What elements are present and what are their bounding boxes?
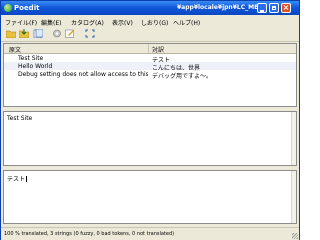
maximize-icon (272, 6, 276, 10)
column-divider[interactable] (148, 44, 149, 53)
file-path: ¥app¥locale¥jpn¥LC_ME... (177, 4, 266, 11)
toolbar (1, 26, 299, 42)
catalog-icon[interactable] (33, 29, 43, 38)
update-icon[interactable] (52, 29, 62, 38)
source-cell: Hello World (18, 63, 53, 70)
text-caret (25, 176, 27, 182)
edit-comment-icon[interactable] (65, 29, 75, 38)
menu-bar: ファイル(F) 編集(E) カタログ(A) 表示(V) しおり(G) ヘルプ(H… (1, 16, 299, 27)
list-header: 原文 対訳 (4, 44, 296, 54)
source-scrollbar[interactable] (291, 112, 296, 165)
source-text: Test Site (7, 115, 33, 122)
open-folder-icon[interactable] (6, 29, 16, 38)
translation-scrollbar[interactable] (291, 171, 296, 223)
source-text-pane[interactable]: Test Site (3, 111, 297, 166)
translation-list[interactable]: 原文 対訳 Test Site テスト Hello World こんにちは、世界… (3, 43, 297, 107)
translation-text: テスト (7, 176, 26, 183)
column-header-source[interactable]: 原文 (9, 45, 21, 54)
translation-cell: デバッグ用ですよ～。 (152, 73, 213, 80)
close-icon: × (282, 3, 290, 12)
minimize-button[interactable] (257, 3, 267, 13)
title-bar[interactable]: Poedit ¥app¥locale¥jpn¥LC_ME... × (1, 1, 299, 15)
minimize-icon (260, 10, 264, 12)
translation-text-line: テスト (7, 174, 27, 183)
list-item[interactable]: Hello World こんにちは、世界 (4, 62, 296, 72)
save-icon[interactable] (19, 29, 29, 38)
poedit-app-icon (4, 4, 12, 12)
close-button[interactable]: × (281, 3, 291, 13)
fullscreen-icon[interactable] (85, 29, 95, 38)
list-item[interactable]: Debug setting does not allow access to t… (4, 70, 296, 80)
resize-grip[interactable] (292, 233, 298, 239)
source-cell: Test Site (18, 55, 44, 62)
app-title: Poedit (14, 4, 40, 12)
list-item[interactable]: Test Site テスト (4, 54, 296, 64)
status-bar: 100 % translated, 3 strings (0 fuzzy, 0 … (1, 227, 299, 240)
translation-editor[interactable]: テスト (3, 170, 297, 224)
status-text: 100 % translated, 3 strings (0 fuzzy, 0 … (4, 231, 175, 237)
source-cell: Debug setting does not allow access to t… (18, 71, 148, 78)
maximize-button[interactable] (269, 3, 279, 13)
poedit-window: Poedit ¥app¥locale¥jpn¥LC_ME... × ファイル(F… (0, 0, 300, 240)
column-header-translation[interactable]: 対訳 (152, 45, 164, 54)
